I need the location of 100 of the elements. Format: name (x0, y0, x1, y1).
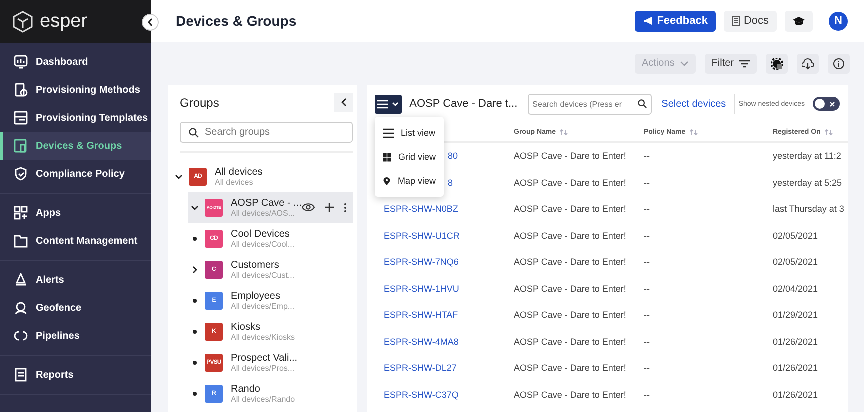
group-title: AOSP Cave - Dare t... (410, 97, 518, 111)
table-cell-text: -- (644, 390, 651, 400)
nav-item[interactable]: Content Management (0, 227, 151, 255)
user-avatar[interactable]: N (829, 12, 848, 30)
list-icon (377, 100, 388, 108)
device-link[interactable]: ESPR-SHW-HTAF (384, 310, 514, 320)
nested-devices-toggle[interactable] (813, 97, 840, 111)
group-name: Cool Devices (231, 228, 291, 240)
group-name: Customers (231, 260, 280, 270)
group-path: All devices/Emp... (231, 302, 296, 310)
devices-icon (14, 139, 28, 153)
view-menu-button[interactable] (375, 94, 402, 114)
bullet-icon (193, 392, 197, 396)
table-cell-text: 02/05/2021 (773, 257, 820, 268)
group-name: Employees (231, 290, 282, 302)
nav-item[interactable]: Reports (0, 361, 151, 389)
menu-item[interactable]: Map view (375, 169, 444, 193)
download-button[interactable] (797, 54, 819, 74)
device-link[interactable]: ESPR-SHW-U1CR (384, 230, 514, 241)
table-cell-text: -- (644, 204, 651, 214)
table-cell-text: yesterday at 11:2 (773, 151, 842, 162)
group-path: All devices/Rando (231, 394, 296, 404)
table-cell-text: AOSP Cave - Dare to Enter! (514, 336, 628, 347)
chevron-down-icon[interactable] (191, 204, 199, 212)
collapse-panel-button[interactable] (334, 93, 353, 112)
search-field[interactable]: Search groups (180, 122, 353, 143)
report-icon (14, 368, 28, 382)
table-cell-text: AOSP Cave - Dare to Enter! (514, 230, 628, 241)
feedback-button[interactable]: Feedback (635, 10, 716, 32)
bullet-icon (193, 330, 197, 334)
table-cell-text: AOSP Cave - Dare to Enter! (514, 178, 628, 188)
table-cell-text: AOSP Cave - Dare to Enter! (514, 363, 628, 374)
graduation-cap-button[interactable] (785, 10, 813, 32)
search-field[interactable]: Search devices (Press er (528, 94, 652, 114)
nav-item[interactable]: Provisioning Templates (0, 104, 151, 132)
group-path: All devices/Kiosks (231, 332, 296, 342)
group-path: All devices/AOS... (231, 208, 296, 218)
template-icon (14, 111, 28, 125)
group-name: Rando (231, 384, 262, 394)
group-path: All devices/Pros... (231, 364, 296, 372)
group-name: AOSP Cave - ... (231, 198, 302, 208)
megaphone-icon (643, 16, 654, 26)
table-cell-text: AOSP Cave - Dare to Enter! (514, 390, 628, 400)
panel-title: Groups (180, 96, 220, 110)
filter-icon (739, 60, 750, 68)
chevron-left-icon (340, 98, 346, 107)
chevron-down-icon[interactable] (175, 172, 183, 180)
table-cell-text: -- (644, 178, 651, 188)
table-cell-text: 01/26/2021 (773, 390, 820, 400)
apps-icon (14, 206, 28, 220)
group-path: All devices (215, 178, 254, 186)
device-link[interactable]: ESPR-SHW-7NQ6 (384, 257, 514, 268)
table-cell-text: 01/29/2021 (773, 310, 820, 320)
grid-icon (383, 152, 392, 162)
list-icon (383, 128, 394, 138)
more-options-icon[interactable] (344, 202, 347, 212)
plus-icon[interactable] (325, 203, 334, 212)
nav-item[interactable]: Geofence (0, 294, 151, 322)
chevron-right-icon[interactable] (191, 266, 199, 274)
nav-item[interactable]: Compliance Policy (0, 160, 151, 188)
nav-item[interactable]: Devices & Groups (0, 132, 151, 160)
table-cell-text: 02/04/2021 (773, 284, 820, 294)
table-cell-text: -- (644, 284, 651, 294)
bullet-icon (193, 236, 197, 240)
nav-item[interactable]: Dashboard (0, 48, 151, 76)
info-button[interactable] (828, 54, 850, 74)
bullet-icon (193, 298, 197, 302)
device-link[interactable]: ESPR-SHW-1HVU (384, 284, 514, 294)
nav-item[interactable]: Pipelines (0, 322, 151, 350)
menu-item[interactable]: Grid view (375, 145, 444, 169)
table-cell-text: AOSP Cave - Dare to Enter! (514, 257, 628, 268)
nav-item[interactable]: Provisioning Methods (0, 76, 151, 104)
device-link[interactable]: ESPR-SHW-DL27 (384, 363, 514, 374)
device-link[interactable]: ESPR-SHW-N0BZ (384, 204, 514, 214)
device-link[interactable]: ESPR-SHW-4MA8 (384, 336, 514, 347)
group-path: All devices/Cust... (231, 270, 296, 280)
table-cell-text: -- (644, 310, 651, 320)
eye-icon[interactable] (302, 203, 315, 212)
monitor-icon (14, 55, 28, 69)
page-title: Devices & Groups (176, 13, 298, 29)
search-icon (638, 99, 647, 109)
menu-item[interactable]: List view (375, 121, 444, 145)
device-link[interactable]: ESPR-SHW-C37Q (384, 390, 514, 400)
table-cell-text: AOSP Cave - Dare to Enter! (514, 151, 628, 162)
group-path: All devices/Cool... (231, 240, 296, 248)
nav-item[interactable]: Apps (0, 199, 151, 227)
nav-item[interactable]: Alerts (0, 266, 151, 294)
docs-button[interactable]: Docs (724, 10, 777, 32)
graduation-cap-icon (793, 16, 805, 26)
search-icon (189, 128, 199, 138)
cloud-download-icon (802, 58, 814, 70)
chevron-down-icon (680, 60, 689, 66)
bullet-icon (193, 360, 197, 364)
table-cell-text: -- (644, 363, 651, 374)
table-cell-text: AOSP Cave - Dare to Enter! (514, 284, 628, 294)
group-name: All devices (215, 166, 264, 178)
table-cell-text: -- (644, 151, 651, 162)
filter-button[interactable]: Filter (704, 54, 757, 74)
gear-button[interactable] (766, 54, 788, 74)
select-devices-link[interactable]: Select devices (662, 98, 726, 110)
